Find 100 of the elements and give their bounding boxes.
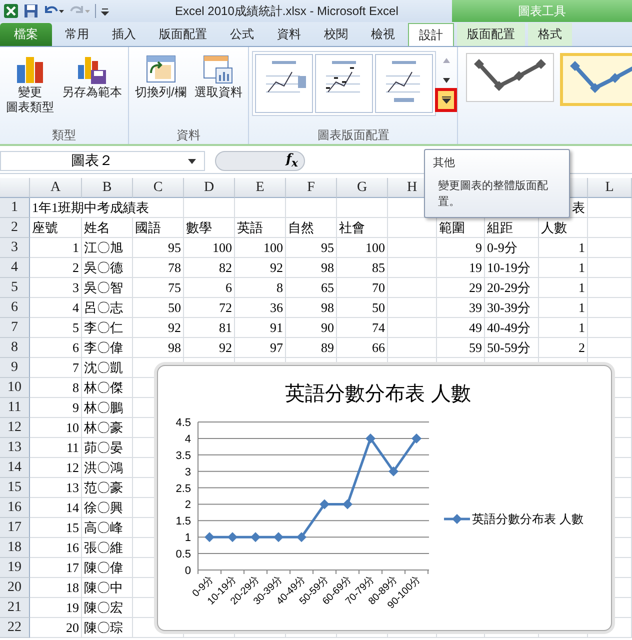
table-cell: 茆〇晏 <box>82 438 133 458</box>
row-header[interactable]: 10 <box>0 378 30 398</box>
column-header[interactable]: D <box>184 178 235 198</box>
table-cell: 18 <box>30 578 82 598</box>
table-cell: 1 <box>539 278 588 298</box>
insert-function-button[interactable]: f$_{x}$ <box>215 151 305 171</box>
table-cell: 78 <box>133 258 184 278</box>
row-header[interactable]: 4 <box>0 258 30 278</box>
axis-label: 4.5 <box>176 417 191 429</box>
ribbon-tab[interactable]: 插入 <box>102 23 146 46</box>
data-point <box>250 532 260 542</box>
table-cell: 1 <box>539 258 588 278</box>
ribbon-tab[interactable]: 校閱 <box>314 23 358 46</box>
ribbon-button[interactable]: 另存為範本 <box>59 51 125 126</box>
data-point <box>412 433 422 444</box>
table-cell: 95 <box>133 238 184 258</box>
row-header[interactable]: 18 <box>0 538 30 558</box>
row-header[interactable]: 15 <box>0 478 30 498</box>
empty-cell <box>588 238 632 258</box>
dropdown-caret-icon <box>188 158 196 164</box>
table-cell: 39 <box>437 298 485 318</box>
ribbon-tab[interactable]: 資料 <box>267 23 311 46</box>
table-cell: 20 <box>30 618 82 638</box>
table-cell: 30-39分 <box>485 298 539 318</box>
row-header[interactable]: 11 <box>0 398 30 418</box>
axis-label: 3 <box>184 466 191 478</box>
ribbon-tab[interactable]: 公式 <box>220 23 264 46</box>
save-icon[interactable] <box>23 3 39 19</box>
more-button[interactable] <box>438 91 454 109</box>
table-cell: 70 <box>337 278 388 298</box>
column-header[interactable]: B <box>82 178 133 198</box>
name-box[interactable]: 圖表２ <box>0 151 205 171</box>
ribbon-button[interactable]: 變更 圖表類型 <box>3 51 57 126</box>
up-arrow-icon <box>442 58 450 62</box>
ribbon-tab[interactable]: 版面配置 <box>457 23 525 46</box>
row-header[interactable]: 3 <box>0 238 30 258</box>
empty-cell <box>588 298 632 318</box>
table-cell: 66 <box>337 338 388 358</box>
empty-cell <box>588 338 632 358</box>
row-header[interactable]: 9 <box>0 358 30 378</box>
excel-icon[interactable] <box>3 3 19 19</box>
column-header[interactable]: F <box>286 178 337 198</box>
row-header[interactable]: 22 <box>0 618 30 638</box>
ribbon-button[interactable]: 選取資料 <box>191 51 246 126</box>
column-header[interactable]: E <box>235 178 286 198</box>
ribbon-tab[interactable]: 格式 <box>528 23 572 46</box>
column-header[interactable]: G <box>337 178 388 198</box>
ribbon-tab[interactable]: 設計 <box>408 23 454 46</box>
ribbon-tab[interactable]: 檔案 <box>0 23 52 46</box>
row-header[interactable]: 20 <box>0 578 30 598</box>
table-cell: 36 <box>235 298 286 318</box>
table-cell: 98 <box>286 298 337 318</box>
table-cell: 陳〇宏 <box>82 598 133 618</box>
table-cell: 高〇峰 <box>82 518 133 538</box>
empty-cell <box>588 278 632 298</box>
chart-style-option[interactable] <box>560 53 632 106</box>
empty-cell <box>588 258 632 278</box>
table-cell: 91 <box>235 318 286 338</box>
row-header[interactable]: 12 <box>0 418 30 438</box>
table-cell: 92 <box>184 338 235 358</box>
row-header[interactable]: 13 <box>0 438 30 458</box>
table-cell: 5 <box>30 318 82 338</box>
row-header[interactable]: 8 <box>0 338 30 358</box>
row-header[interactable]: 5 <box>0 278 30 298</box>
table-cell: 洪〇鴻 <box>82 458 133 478</box>
table-cell: 8 <box>30 378 82 398</box>
data-point <box>320 499 330 510</box>
ribbon-tab[interactable]: 版面配置 <box>149 23 217 46</box>
chart-title: 英語分數分布表 人數 <box>285 383 471 405</box>
ribbon-button[interactable]: 切換列/欄 <box>132 51 190 126</box>
row-header[interactable]: 6 <box>0 298 30 318</box>
ribbon-tab[interactable]: 常用 <box>55 23 99 46</box>
table-cell: 75 <box>133 278 184 298</box>
table-cell: 98 <box>133 338 184 358</box>
ribbon-tab[interactable]: 檢視 <box>361 23 405 46</box>
table-cell: 59 <box>437 338 485 358</box>
row-header[interactable]: 21 <box>0 598 30 618</box>
column-header[interactable]: L <box>588 178 632 198</box>
table-cell: 陳〇中 <box>82 578 133 598</box>
row-header[interactable]: 16 <box>0 498 30 518</box>
empty-cell <box>588 198 632 218</box>
table-cell: 29 <box>437 278 485 298</box>
row-header[interactable]: 19 <box>0 558 30 578</box>
row-header[interactable]: 2 <box>0 218 30 238</box>
column-header[interactable]: C <box>133 178 184 198</box>
table-cell: 9 <box>30 398 82 418</box>
data-point <box>204 532 214 542</box>
table-cell: 8 <box>235 278 286 298</box>
table-cell: 座號 <box>30 218 82 238</box>
chart-style-option[interactable] <box>466 53 554 102</box>
row-header[interactable]: 1 <box>0 198 30 218</box>
row-header[interactable]: 7 <box>0 318 30 338</box>
table-cell: 1 <box>539 298 588 318</box>
row-header[interactable]: 14 <box>0 458 30 478</box>
column-header[interactable]: A <box>30 178 82 198</box>
row-header[interactable]: 17 <box>0 518 30 538</box>
layout-option[interactable] <box>315 54 374 113</box>
table-cell: 7 <box>30 358 82 378</box>
empty-cell <box>388 258 437 278</box>
table-cell: 姓名 <box>82 218 133 238</box>
